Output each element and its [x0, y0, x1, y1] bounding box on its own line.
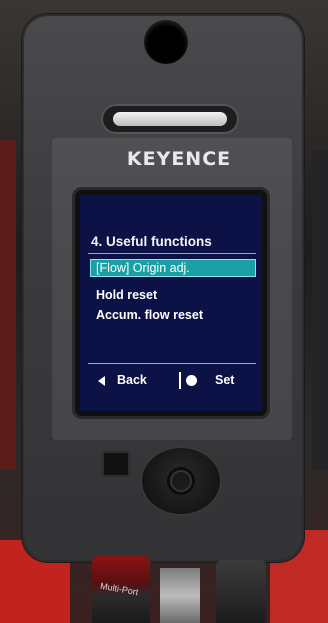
indicator-light [113, 112, 227, 126]
title-divider [88, 253, 256, 254]
menu-item-origin-adj[interactable]: [Flow] Origin adj. [90, 259, 256, 277]
mounting-hole [144, 20, 188, 64]
menu-item-hold-reset[interactable]: Hold reset [90, 286, 256, 304]
back-label: Back [117, 373, 147, 387]
status-indicator [101, 104, 239, 134]
back-button[interactable]: Back [98, 373, 147, 387]
cable-connector [216, 560, 266, 623]
set-label: Set [215, 373, 235, 387]
circle-button-icon [186, 375, 197, 387]
footer-separator [179, 372, 181, 389]
left-arrow-icon [98, 375, 105, 386]
background-left [0, 140, 16, 470]
display-screen: 4. Useful functions [Flow] Origin adj. H… [80, 195, 262, 411]
brand-logo: KEYENCE [126, 148, 232, 170]
set-button[interactable]: Set [186, 373, 234, 387]
mode-key[interactable] [102, 451, 130, 477]
menu-title: 4. Useful functions [91, 234, 212, 249]
menu-item-accum-flow-reset[interactable]: Accum. flow reset [90, 306, 256, 324]
footer-divider [88, 363, 256, 364]
metal-fitting [160, 568, 200, 623]
center-button[interactable] [170, 470, 192, 492]
background-right [312, 150, 328, 470]
direction-pad[interactable] [140, 446, 222, 516]
